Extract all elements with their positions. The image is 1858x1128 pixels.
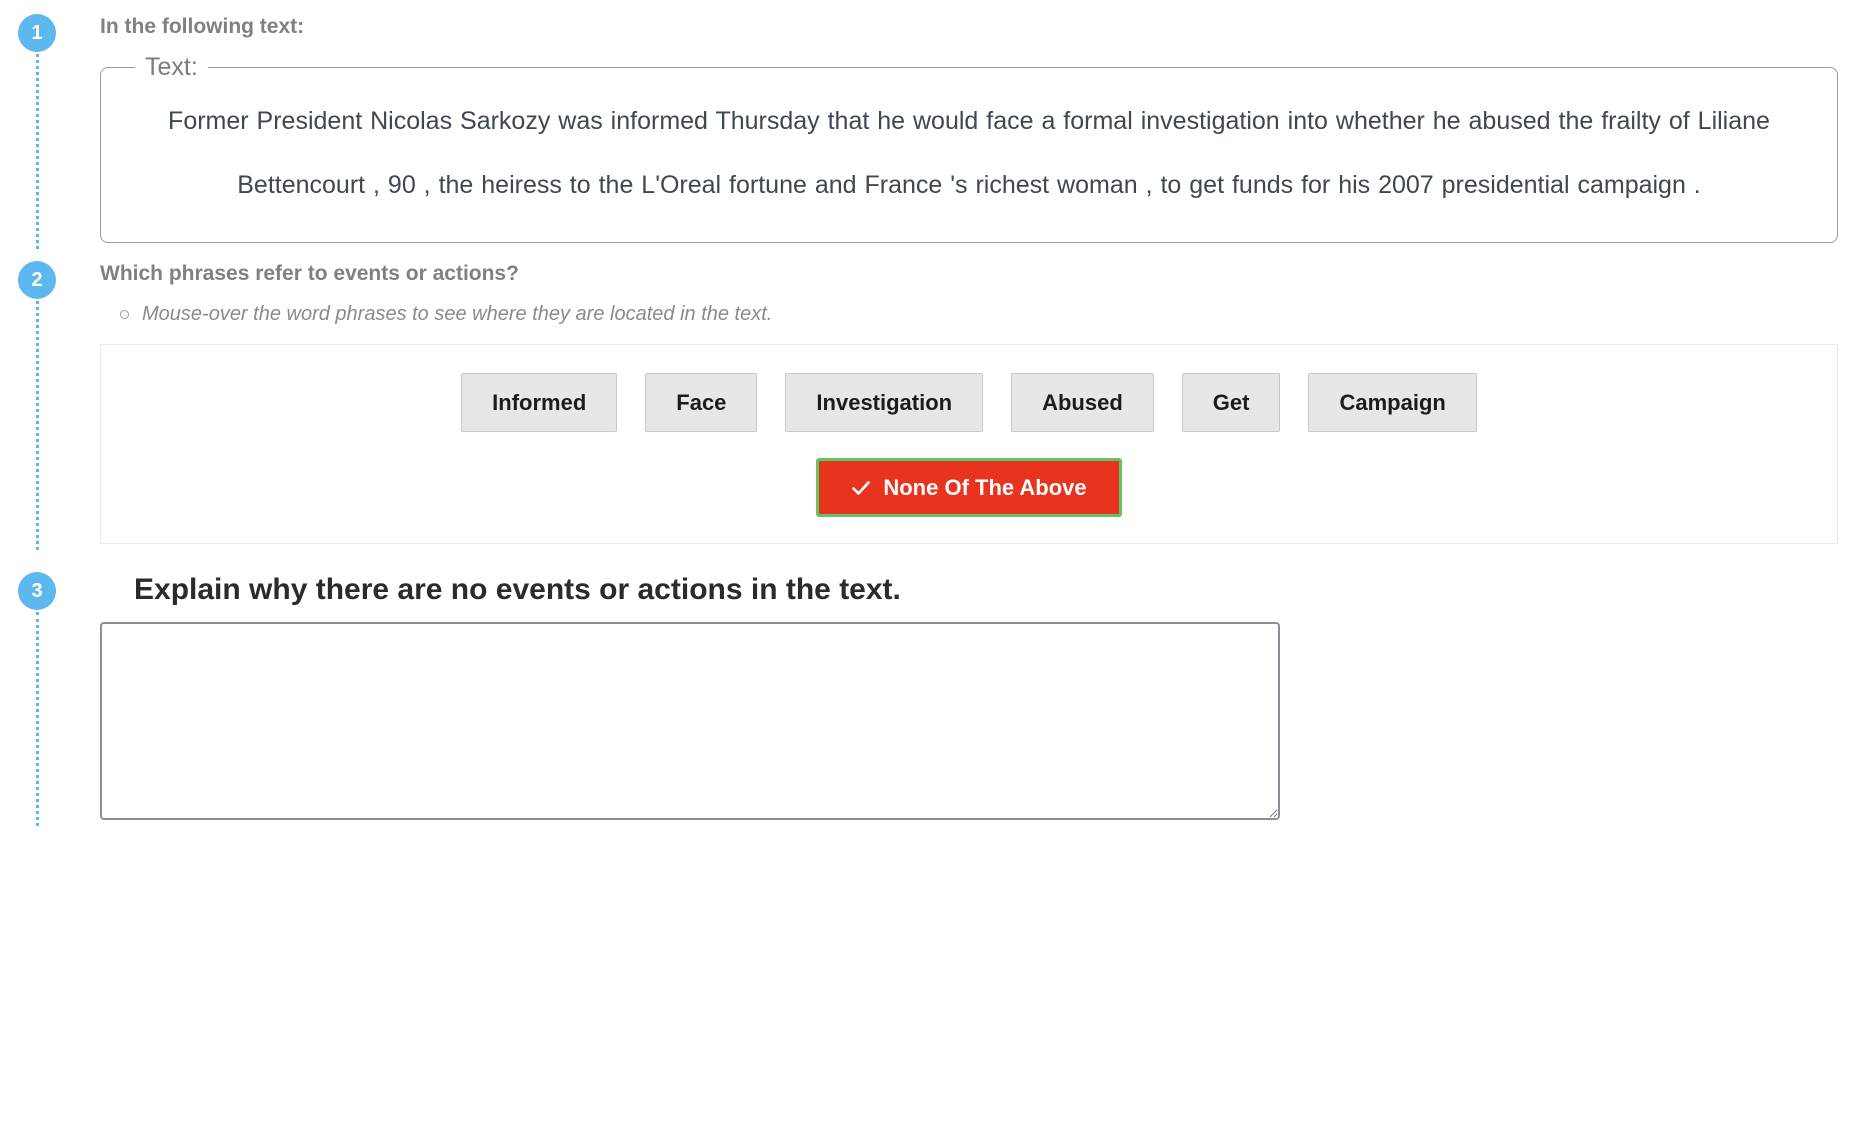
check-icon — [851, 478, 871, 498]
task-page: 1 In the following text: Text: Former Pr… — [0, 0, 1858, 1128]
step-3-connector-line — [35, 612, 39, 827]
step-1-question: In the following text: — [100, 15, 305, 38]
step-3-gutter: 3 — [0, 572, 100, 827]
source-text-legend: Text: — [145, 53, 198, 82]
phrase-button-investigation[interactable]: Investigation — [785, 372, 984, 433]
step-1-body: In the following text: Text: Former Pres… — [100, 14, 1858, 243]
step-2-connector-line — [35, 300, 39, 551]
source-text-fieldset: Text: Former President Nicolas Sarkozy w… — [100, 53, 1838, 243]
step-3: 3 Explain why there are no events or act… — [0, 544, 1858, 827]
source-text-passage: Former President Nicolas Sarkozy was inf… — [168, 107, 1770, 199]
step-1-connector-line — [35, 54, 39, 249]
step-2-question: Which phrases refer to events or actions… — [100, 261, 519, 285]
phrase-选择-panel: Informed Face Investigation Abused Get C… — [100, 343, 1838, 545]
none-of-the-above-button[interactable]: None Of The Above — [816, 458, 1122, 518]
hint-list: Mouse-over the word phrases to see where… — [100, 300, 1848, 328]
step-1-gutter: 1 — [0, 14, 100, 249]
none-of-the-above-label: None Of The Above — [883, 475, 1087, 501]
explain-input-wrapper — [100, 622, 1848, 821]
step-2-gutter: 2 — [0, 260, 100, 551]
phrase-button-get[interactable]: Get — [1181, 372, 1281, 433]
explanation-textarea[interactable] — [100, 622, 1280, 821]
none-of-the-above-row: None Of The Above — [121, 458, 1817, 518]
phrase-button-abused[interactable]: Abused — [1011, 372, 1154, 433]
phrase-button-campaign[interactable]: Campaign — [1308, 372, 1477, 433]
phrase-button-row: Informed Face Investigation Abused Get C… — [121, 372, 1817, 433]
step-2-badge: 2 — [18, 260, 56, 299]
step-3-badge: 3 — [18, 572, 56, 611]
step-1-badge: 1 — [18, 14, 56, 52]
step-2: 2 Which phrases refer to events or actio… — [0, 243, 1858, 551]
step-3-body: Explain why there are no events or actio… — [100, 572, 1858, 821]
phrase-button-informed[interactable]: Informed — [461, 372, 618, 433]
step-2-body: Which phrases refer to events or actions… — [100, 261, 1858, 545]
phrase-button-face[interactable]: Face — [645, 372, 758, 433]
hint-item: Mouse-over the word phrases to see where… — [120, 300, 1848, 328]
explain-title: Explain why there are no events or actio… — [134, 573, 901, 607]
step-1: 1 In the following text: Text: Former Pr… — [0, 0, 1858, 249]
